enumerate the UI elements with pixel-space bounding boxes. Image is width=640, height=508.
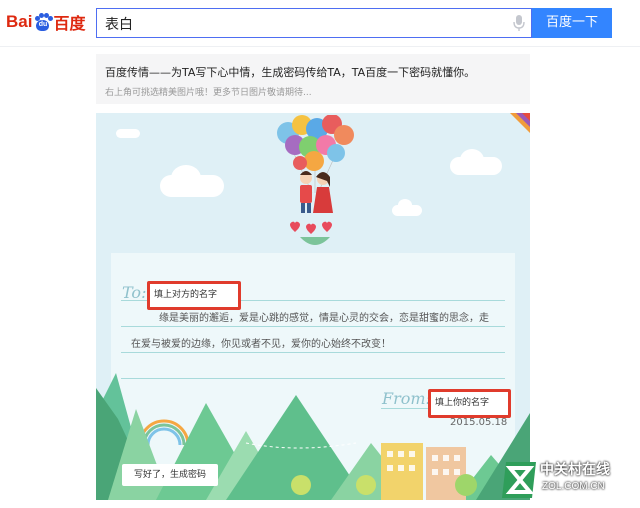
baidu-logo[interactable]: Bai du 百度	[6, 6, 92, 38]
landscape-illustration	[96, 373, 530, 500]
microphone-icon[interactable]	[513, 15, 525, 32]
baidu-paw-icon: du	[33, 12, 54, 32]
zol-logo-icon	[502, 462, 536, 498]
greeting-card: To: 填上对方的名字 缘是美丽的邂逅，爱是心跳的感觉，情是心灵的交会，恋是甜蜜…	[96, 113, 530, 500]
search-button[interactable]: 百度一下	[532, 8, 612, 38]
generate-code-button[interactable]: 写好了，生成密码	[122, 464, 218, 486]
zol-watermark: 中关村在线 ZOL.COM.CN	[496, 454, 636, 506]
search-input-value: 表白	[105, 17, 133, 33]
watermark-subtitle: ZOL.COM.CN	[542, 481, 605, 492]
watermark-title: 中关村在线	[540, 462, 610, 478]
info-subtitle: 右上角可挑选精美图片哦！更多节日图片敬请期待...	[105, 88, 312, 98]
top-bar: Bai du 百度 表白 百度一下	[0, 0, 640, 47]
search-input[interactable]: 表白	[96, 8, 532, 38]
logo-text-bai: Bai	[6, 12, 33, 31]
info-panel: 百度传情——为TA写下心中情，生成密码传给TA，TA百度一下密码就懂你。 右上角…	[96, 54, 530, 104]
info-title: 百度传情——为TA写下心中情，生成密码传给TA，TA百度一下密码就懂你。	[105, 66, 476, 79]
logo-text-baidu-cn: 百度	[53, 14, 86, 33]
logo-text-du: du	[38, 20, 48, 28]
